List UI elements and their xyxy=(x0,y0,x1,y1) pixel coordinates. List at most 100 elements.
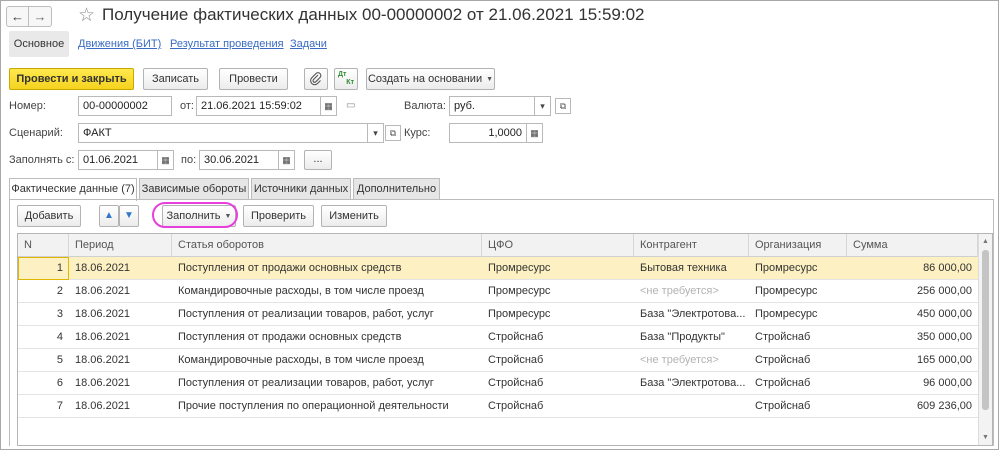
column-header-organization[interactable]: Организация xyxy=(749,234,847,257)
move-down-button[interactable]: ▼ xyxy=(119,205,139,227)
save-button[interactable]: Записать xyxy=(143,68,208,90)
number-field[interactable]: 00-00000002 xyxy=(78,96,172,116)
post-and-close-button[interactable]: Провести и закрыть xyxy=(9,68,134,90)
cell-n: 7 xyxy=(56,400,63,412)
currency-dropdown-button[interactable]: ▾ xyxy=(535,96,551,116)
column-header-n[interactable]: N xyxy=(18,234,69,257)
calculator-icon: ▦ xyxy=(530,127,539,138)
check-button[interactable]: Проверить xyxy=(243,205,314,227)
column-header-cfo[interactable]: ЦФО xyxy=(482,234,634,257)
table-row[interactable]: 6 18.06.2021 Поступления от реализации т… xyxy=(18,372,978,395)
change-button[interactable]: Изменить xyxy=(321,205,387,227)
cell-organization: Промресурс xyxy=(755,285,818,297)
forward-button[interactable]: → xyxy=(29,6,52,27)
calendar-icon: ▦ xyxy=(282,154,291,165)
cell-period: 18.06.2021 xyxy=(75,354,131,366)
column-header-item[interactable]: Статья оборотов xyxy=(172,234,482,257)
scroll-up-icon[interactable]: ▲ xyxy=(982,238,989,245)
cell-cfo: Стройснаб xyxy=(488,377,544,389)
scenario-open-button[interactable]: ⧉ xyxy=(385,125,401,141)
cell-period: 18.06.2021 xyxy=(75,331,131,343)
cell-item: Командировочные расходы, в том числе про… xyxy=(178,354,424,366)
add-row-button[interactable]: Добавить xyxy=(17,205,81,227)
calendar-button[interactable]: ▦ xyxy=(321,96,337,116)
column-header-period[interactable]: Период xyxy=(69,234,172,257)
document-date-field[interactable]: 21.06.2021 15:59:02 xyxy=(196,96,321,116)
open-form-icon: ⧉ xyxy=(389,127,397,138)
cell-counterparty: <не требуется> xyxy=(640,354,719,366)
page-title: Получение фактических данных 00-00000002… xyxy=(102,5,645,24)
attach-button[interactable] xyxy=(304,68,328,90)
create-based-on-button[interactable]: Создать на основании ▼ xyxy=(366,68,495,90)
cell-counterparty: Бытовая техника xyxy=(640,262,727,274)
back-button[interactable]: ← xyxy=(6,6,29,27)
calendar-button[interactable]: ▦ xyxy=(158,150,174,170)
table-row[interactable]: 5 18.06.2021 Командировочные расходы, в … xyxy=(18,349,978,372)
cell-item: Командировочные расходы, в том числе про… xyxy=(178,285,424,297)
cell-organization: Промресурс xyxy=(755,308,818,320)
scroll-down-icon[interactable]: ▼ xyxy=(982,434,989,441)
tab-posting-result[interactable]: Результат проведения xyxy=(170,31,284,57)
table-row[interactable]: 2 18.06.2021 Командировочные расходы, в … xyxy=(18,280,978,303)
table-row[interactable]: 1 18.06.2021 Поступления от продажи осно… xyxy=(18,257,978,280)
fill-to-label: по: xyxy=(181,154,197,166)
cell-n: 6 xyxy=(56,377,63,389)
cell-item: Поступления от реализации товаров, работ… xyxy=(178,377,434,389)
tab-movements[interactable]: Движения (БИТ) xyxy=(78,31,161,57)
fill-to-field[interactable]: 30.06.2021 xyxy=(199,150,279,170)
cell-cfo: Промресурс xyxy=(488,285,551,297)
arrow-left-icon: ← xyxy=(11,9,24,24)
cell-counterparty: База "Электротова... xyxy=(640,308,746,320)
dropdown-arrow-icon: ▼ xyxy=(486,76,494,83)
cell-sum: 450 000,00 xyxy=(916,308,972,320)
tab-tasks[interactable]: Задачи xyxy=(290,31,327,57)
kt-label: Кт xyxy=(346,79,354,86)
cell-n: 2 xyxy=(56,285,63,297)
cell-counterparty: База "Продукты" xyxy=(640,331,725,343)
dropdown-arrow-icon: ▾ xyxy=(540,100,545,111)
tab-additional[interactable]: Дополнительно xyxy=(353,178,440,200)
currency-label: Валюта: xyxy=(404,100,446,112)
column-header-sum[interactable]: Сумма xyxy=(847,234,978,257)
data-table[interactable]: N Период Статья оборотов ЦФО Контрагент … xyxy=(17,233,993,446)
post-button[interactable]: Провести xyxy=(219,68,288,90)
calendar-icon: ▦ xyxy=(324,100,333,111)
tab-main[interactable]: Основное xyxy=(9,31,69,57)
tab-data-sources[interactable]: Источники данных xyxy=(251,178,351,200)
rate-field[interactable]: 1,0000 xyxy=(449,123,527,143)
table-row[interactable]: 4 18.06.2021 Поступления от продажи осно… xyxy=(18,326,978,349)
move-up-button[interactable]: ▲ xyxy=(99,205,119,227)
cell-period: 18.06.2021 xyxy=(75,377,131,389)
tab-dependent-turnovers[interactable]: Зависимые обороты xyxy=(139,178,249,200)
dt-kt-icon: Дт Кт xyxy=(335,69,357,87)
currency-open-button[interactable]: ⧉ xyxy=(555,98,571,114)
cell-sum: 96 000,00 xyxy=(923,377,972,389)
fill-from-field[interactable]: 01.06.2021 xyxy=(78,150,158,170)
currency-field[interactable]: руб. xyxy=(449,96,535,116)
cell-counterparty: База "Электротова... xyxy=(640,377,746,389)
calendar-button[interactable]: ▦ xyxy=(279,150,295,170)
table-row[interactable]: 7 18.06.2021 Прочие поступления по опера… xyxy=(18,395,978,418)
arrow-up-icon: ▲ xyxy=(104,210,114,221)
tab-actual-data[interactable]: Фактические данные (7) xyxy=(9,178,137,201)
cell-period: 18.06.2021 xyxy=(75,308,131,320)
cell-n: 3 xyxy=(56,308,63,320)
period-select-button[interactable]: ... xyxy=(304,150,332,170)
cell-n: 5 xyxy=(56,354,63,366)
vertical-scrollbar[interactable]: ▲ ▼ xyxy=(978,234,992,445)
table-row[interactable]: 3 18.06.2021 Поступления от реализации т… xyxy=(18,303,978,326)
cell-sum: 256 000,00 xyxy=(916,285,972,297)
scenario-field[interactable]: ФАКТ xyxy=(78,123,368,143)
scenario-dropdown-button[interactable]: ▾ xyxy=(368,123,384,143)
dt-kt-button[interactable]: Дт Кт xyxy=(334,68,358,90)
scrollbar-thumb[interactable] xyxy=(982,250,989,410)
cell-item: Прочие поступления по операционной деяте… xyxy=(178,400,449,412)
column-header-counterparty[interactable]: Контрагент xyxy=(634,234,749,257)
comment-icon[interactable]: ▭ xyxy=(346,100,355,111)
cell-cfo: Стройснаб xyxy=(488,400,544,412)
cell-period: 18.06.2021 xyxy=(75,285,131,297)
calculator-button[interactable]: ▦ xyxy=(527,123,543,143)
scenario-label: Сценарий: xyxy=(9,127,63,139)
favorite-star-icon[interactable]: ☆ xyxy=(78,4,95,27)
cell-organization: Промресурс xyxy=(755,262,818,274)
